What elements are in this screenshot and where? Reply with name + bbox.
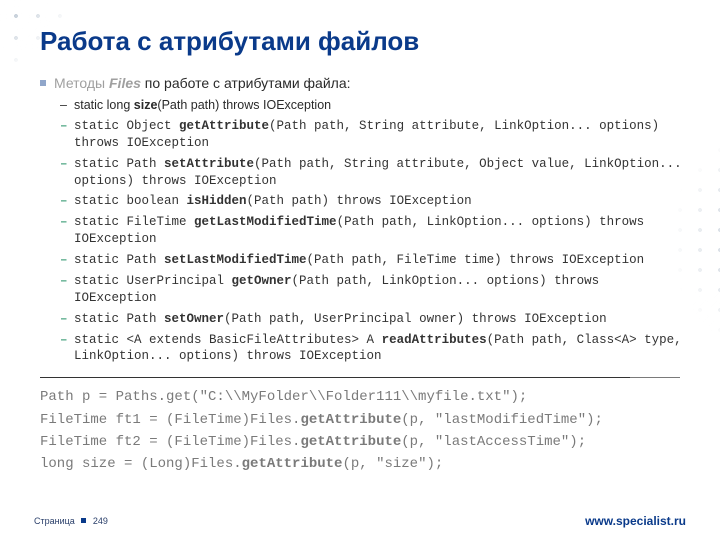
method-item: static FileTime getLastModifiedTime(Path… xyxy=(60,214,686,248)
code-snippet: Path p = Paths.get("C:\\MyFolder\\Folder… xyxy=(40,386,686,476)
lead-post: по работе с атрибутами файла: xyxy=(141,75,351,91)
slide: Работа с атрибутами файлов Методы Files … xyxy=(0,0,720,540)
method-item: static <A extends BasicFileAttributes> A… xyxy=(60,332,686,366)
footer-page: Страница 249 xyxy=(34,516,108,526)
snippet-line: long size = (Long)Files.getAttribute(p, … xyxy=(40,453,686,475)
snippet-line: FileTime ft2 = (FileTime)Files.getAttrib… xyxy=(40,431,686,453)
method-item: static UserPrincipal getOwner(Path path,… xyxy=(60,273,686,307)
method-item: static boolean isHidden(Path path) throw… xyxy=(60,193,686,210)
footer-page-label: Страница xyxy=(34,516,75,526)
method-item: static Path setLastModifiedTime(Path pat… xyxy=(60,252,686,269)
method-item: static Path setOwner(Path path, UserPrin… xyxy=(60,311,686,328)
divider xyxy=(40,377,680,378)
snippet-line: Path p = Paths.get("C:\\MyFolder\\Folder… xyxy=(40,386,686,408)
snippet-line: FileTime ft1 = (FileTime)Files.getAttrib… xyxy=(40,409,686,431)
footer-page-number: 249 xyxy=(93,516,108,526)
method-item: static Object getAttribute(Path path, St… xyxy=(60,118,686,152)
page-title: Работа с атрибутами файлов xyxy=(40,26,686,57)
bullet-square-icon xyxy=(81,518,86,523)
method-item: static long size(Path path) throws IOExc… xyxy=(60,97,686,114)
method-list: static long size(Path path) throws IOExc… xyxy=(60,97,686,365)
method-item: static Path setAttribute(Path path, Stri… xyxy=(60,156,686,190)
footer-url: www.specialist.ru xyxy=(585,514,686,528)
